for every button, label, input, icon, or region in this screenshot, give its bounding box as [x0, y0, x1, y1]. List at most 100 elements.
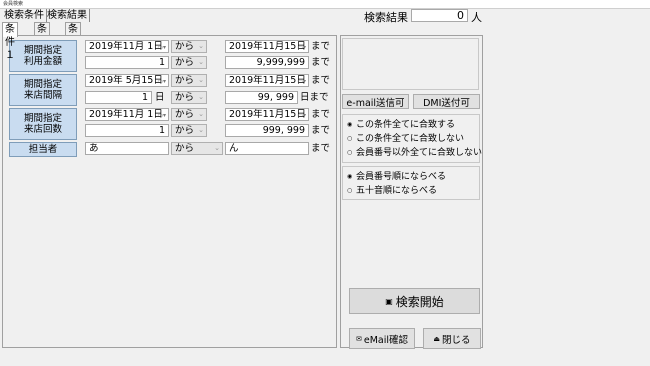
sort-option-member-no-label: 会員番号順にならべる [356, 172, 447, 182]
match-option-except[interactable]: ○ 会員番号以外全てに合致しない [347, 147, 482, 159]
match-option-none-label: この条件全てに合致しない [356, 134, 465, 144]
search-start-label: 検索開始 [395, 294, 444, 309]
r2-made: まで [311, 75, 331, 86]
sort-option-member-no[interactable]: ◉ 会員番号順にならべる [347, 171, 446, 183]
r1-to-date-field[interactable]: 2019年11月15日 ▭▾ [225, 40, 309, 53]
calendar-icon[interactable]: ▭▾ [297, 76, 306, 86]
period-interval-button[interactable]: 期間指定 来店間隔 [9, 74, 77, 106]
r3-count-from-field[interactable]: 1 [85, 124, 169, 137]
r1-from-kara: から [175, 41, 195, 52]
r1-made: まで [311, 41, 331, 52]
chevron-down-icon: ⌄ [198, 58, 204, 66]
r2-days-made: 日まで [300, 92, 329, 103]
email-ok-button[interactable]: e-mail送信可 [342, 94, 409, 109]
chevron-down-icon: ⌄ [198, 42, 204, 50]
r3-count-made: まで [311, 125, 331, 136]
email-confirm-button[interactable]: ✉ eMail確認 [349, 328, 415, 349]
r2-days-to-field[interactable]: 99, 999 [225, 91, 298, 104]
match-option-all-label: この条件全てに合致する [356, 120, 456, 130]
search-start-button[interactable]: ▣ 検索開始 [349, 288, 480, 314]
close-button[interactable]: ⏏ 閉じる [423, 328, 481, 349]
calendar-icon[interactable]: ▭▾ [297, 42, 306, 52]
period-amount-label-1: 期間指定 [23, 45, 62, 56]
radio-icon: ○ [347, 187, 353, 194]
result-unit: 人 [471, 11, 482, 24]
r3-to-date-field[interactable]: 2019年11月15日 ▭▾ [225, 108, 309, 121]
staff-select[interactable]: から ⌄ [171, 142, 223, 155]
window-title: 会員検索 [3, 1, 24, 7]
menu-bar: 検索条件 検索結果 [0, 9, 650, 22]
search-icon: ▣ [385, 296, 393, 306]
close-label: 閉じる [442, 334, 471, 346]
r2-days-from-field[interactable]: 1 [85, 91, 152, 104]
r3-from-date: 2019年11月 1日 [89, 109, 163, 120]
r1-amount-to-field[interactable]: 9,999,999 [225, 56, 309, 69]
r1-from-select[interactable]: から ⌄ [171, 40, 207, 53]
menu-search-conditions[interactable]: 検索条件 [2, 9, 47, 22]
exit-icon: ⏏ [433, 334, 441, 343]
staff-button[interactable]: 担当者 [9, 142, 77, 157]
radio-selected-icon: ◉ [347, 173, 353, 180]
r3-from-select[interactable]: から ⌄ [171, 108, 207, 121]
r3-from-date-field[interactable]: 2019年11月 1日 ▭▾ [85, 108, 169, 121]
mail-icon: ✉ [355, 334, 362, 343]
calendar-icon[interactable]: ▭▾ [157, 76, 166, 86]
menu-search-results[interactable]: 検索結果 [45, 9, 90, 22]
calendar-icon[interactable]: ▭▾ [297, 110, 306, 120]
r2-days-select[interactable]: から ⌄ [171, 91, 207, 104]
period-interval-label-2: 来店間隔 [23, 90, 62, 101]
r2-days-kara: から [175, 92, 195, 103]
radio-selected-icon: ◉ [347, 121, 353, 128]
period-visits-label-2: 来店回数 [23, 124, 62, 135]
chevron-down-icon: ⌄ [198, 76, 204, 84]
match-option-none[interactable]: ○ この条件全てに合致しない [347, 133, 464, 145]
calendar-icon[interactable]: ▭▾ [157, 42, 166, 52]
chevron-down-icon: ⌄ [198, 93, 204, 101]
calendar-icon[interactable]: ▭▾ [157, 110, 166, 120]
r3-count-to-field[interactable]: 999, 999 [225, 124, 309, 137]
tab-condition-3[interactable]: 条件３ [65, 22, 81, 61]
result-label: 検索結果 [364, 11, 408, 24]
chevron-down-icon: ⌄ [214, 144, 220, 152]
r2-from-select[interactable]: から ⌄ [171, 74, 207, 87]
radio-icon: ○ [347, 149, 353, 156]
chevron-down-icon: ⌄ [198, 126, 204, 134]
period-amount-label-2: 利用金額 [23, 56, 62, 67]
staff-made: まで [311, 143, 331, 154]
staff-to-field[interactable]: ん [225, 142, 309, 155]
r3-count-kara: から [175, 125, 195, 136]
r2-from-date-field[interactable]: 2019年 5月15日 ▭▾ [85, 74, 169, 87]
preview-area [342, 38, 479, 90]
tab-condition-2[interactable]: 条件２ [34, 22, 50, 61]
period-interval-label-1: 期間指定 [23, 79, 62, 90]
period-amount-button[interactable]: 期間指定 利用金額 [9, 40, 77, 72]
match-option-all[interactable]: ◉ この条件全てに合致する [347, 119, 455, 131]
r2-from-date: 2019年 5月15日 [89, 75, 163, 86]
r1-amount-select[interactable]: から ⌄ [171, 56, 207, 69]
staff-kara: から [175, 143, 195, 154]
tab-condition-1[interactable]: 条件１ [2, 22, 18, 61]
title-bar: 会員検索 [0, 0, 650, 9]
radio-icon: ○ [347, 135, 353, 142]
sort-option-kana-label: 五十音順にならべる [356, 186, 438, 196]
result-count-field: 0 [411, 9, 468, 22]
r2-to-date-field[interactable]: 2019年11月15日 ▭▾ [225, 74, 309, 87]
sort-option-group: ◉ 会員番号順にならべる ○ 五十音順にならべる [342, 166, 480, 200]
r1-amount-made: まで [311, 57, 331, 68]
r1-from-date-field[interactable]: 2019年11月 1日 ▭▾ [85, 40, 169, 53]
r3-from-kara: から [175, 109, 195, 120]
r1-amount-kara: から [175, 57, 195, 68]
r3-made: まで [311, 109, 331, 120]
period-visits-button[interactable]: 期間指定 来店回数 [9, 108, 77, 140]
dm-ok-button[interactable]: DMI送付可 [413, 94, 480, 109]
period-visits-label-1: 期間指定 [23, 113, 62, 124]
r3-to-date: 2019年11月15日 [229, 109, 306, 120]
r1-to-date: 2019年11月15日 [229, 41, 306, 52]
r1-amount-from-field[interactable]: 1 [85, 56, 169, 69]
match-option-except-label: 会員番号以外全てに合致しない [356, 148, 483, 158]
r3-count-select[interactable]: から ⌄ [171, 124, 207, 137]
staff-label: 担当者 [28, 144, 58, 155]
staff-from-field[interactable]: あ [85, 142, 169, 155]
sort-option-kana[interactable]: ○ 五十音順にならべる [347, 185, 437, 197]
r2-days-unit: 日 [155, 92, 165, 103]
